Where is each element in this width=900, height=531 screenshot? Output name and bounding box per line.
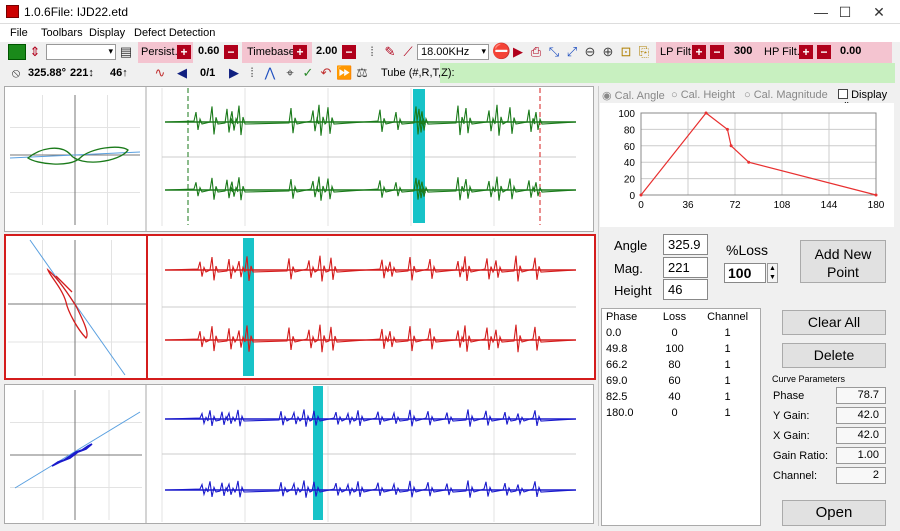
cell-channel: 1 [724,343,731,355]
add-new-point-button[interactable]: Add New Point [800,240,886,283]
x-tick-label: 72 [729,200,741,211]
x-tick-label: 108 [774,200,791,211]
cell-loss: 0 [671,327,678,339]
table-row[interactable]: 69.0 60 1 [602,373,760,389]
cell-channel: 1 [724,327,731,339]
cell-phase: 49.8 [606,343,628,355]
angle-label: Angle [614,238,648,253]
cell-channel: 1 [724,359,731,371]
curve-parameters-title: Curve Parameters [772,374,846,384]
y-tick-label: 40 [624,158,636,169]
header-channel[interactable]: Channel [695,309,760,325]
y-tick-label: 60 [624,142,636,153]
header-loss[interactable]: Loss [654,309,695,325]
table-row[interactable]: 82.5 40 1 [602,389,760,405]
mag-field[interactable]: 221 [663,257,708,278]
x-tick-label: 0 [638,200,644,211]
cal-angle-radio[interactable]: ◉ Cal. Angle [602,89,665,102]
height-field[interactable]: 46 [663,279,708,300]
calibration-point[interactable] [639,193,643,197]
mag-label: Mag. [614,261,643,276]
phase-field[interactable]: 78.7 [836,387,886,404]
delete-button[interactable]: Delete [782,343,886,368]
trace-ch3-a [164,409,577,427]
calibration-point[interactable] [704,111,708,115]
phase-label: Phase [773,390,805,402]
trace-ch1-a [164,104,577,136]
channel-label: Channel: [773,470,818,482]
cell-loss: 40 [668,391,681,403]
cell-phase: 0.0 [606,327,622,339]
cell-phase: 180.0 [606,407,634,419]
x-tick-label: 180 [868,200,885,211]
cursor-bar-3[interactable] [313,386,323,520]
x-tick-label: 144 [821,200,838,211]
y-tick-label: 0 [629,191,635,202]
trace-ch2-b [164,324,577,353]
gain-ratio-field[interactable]: 1.00 [836,447,886,464]
channel-field[interactable]: 2 [836,467,886,484]
cell-phase: 66.2 [606,359,628,371]
calibration-point[interactable] [725,127,729,131]
y-gain-label: Y Gain: [773,410,810,422]
cell-loss: 0 [671,407,678,419]
calibration-point[interactable] [747,160,751,164]
lissajous-3-ref [14,411,141,489]
table-row[interactable]: 180.0 0 1 [602,405,760,421]
cal-height-label: Cal. Height [680,89,736,101]
y-tick-label: 100 [618,109,635,120]
cell-loss: 60 [668,375,681,387]
chart-frame [640,112,877,196]
x-gain-field[interactable]: 42.0 [836,427,886,444]
cal-height-radio[interactable]: ○ Cal. Height [671,89,735,101]
cal-magnitude-radio[interactable]: ○ Cal. Magnitude [744,89,828,101]
calibration-curve [640,112,877,196]
gain-ratio-label: Gain Ratio: [773,450,829,462]
height-label: Height [614,283,652,298]
table-row[interactable]: 66.2 80 1 [602,357,760,373]
table-row[interactable]: 0.0 0 1 [602,325,760,341]
y-gain-field[interactable]: 42.0 [836,407,886,424]
lissajous-2-ref [29,239,126,376]
calibration-point[interactable] [729,144,733,148]
trace-ch1-b [164,176,577,201]
y-tick-label: 80 [624,125,636,136]
calibration-point[interactable] [874,193,878,197]
angle-field[interactable]: 325.9 [663,234,708,255]
cell-phase: 82.5 [606,391,628,403]
y-tick-label: 20 [624,175,636,186]
table-row[interactable]: 49.8 100 1 [602,341,760,357]
cell-loss: 80 [668,359,681,371]
clear-all-button[interactable]: Clear All [782,310,886,335]
cell-channel: 1 [724,375,731,387]
header-phase[interactable]: Phase [602,309,654,325]
cursor-bar-2[interactable] [243,238,254,376]
cal-magnitude-label: Cal. Magnitude [753,89,828,101]
trace-ch2-a [164,255,577,282]
open-button[interactable]: Open [782,500,886,526]
cell-channel: 1 [724,391,731,403]
cell-loss: 100 [665,343,684,355]
points-table: Phase Loss Channel 0.0 0 1 49.8 100 1 66.2 80 1 6… [601,308,761,526]
loss-spinner[interactable]: ▲ ▼ [767,263,778,283]
x-tick-label: 36 [682,200,694,211]
loss-label: %Loss [726,242,769,258]
calibration-chart: 0 36 72 108 144 180 0 20 40 60 80 100 [618,109,885,211]
x-gain-label: X Gain: [773,430,810,442]
trace-ch3-b [164,480,577,498]
cal-angle-label: Cal. Angle [614,90,665,102]
checkbox-box [838,89,848,99]
cell-channel: 1 [724,407,731,419]
cell-phase: 69.0 [606,375,628,387]
loss-field[interactable]: 100 [724,263,766,283]
